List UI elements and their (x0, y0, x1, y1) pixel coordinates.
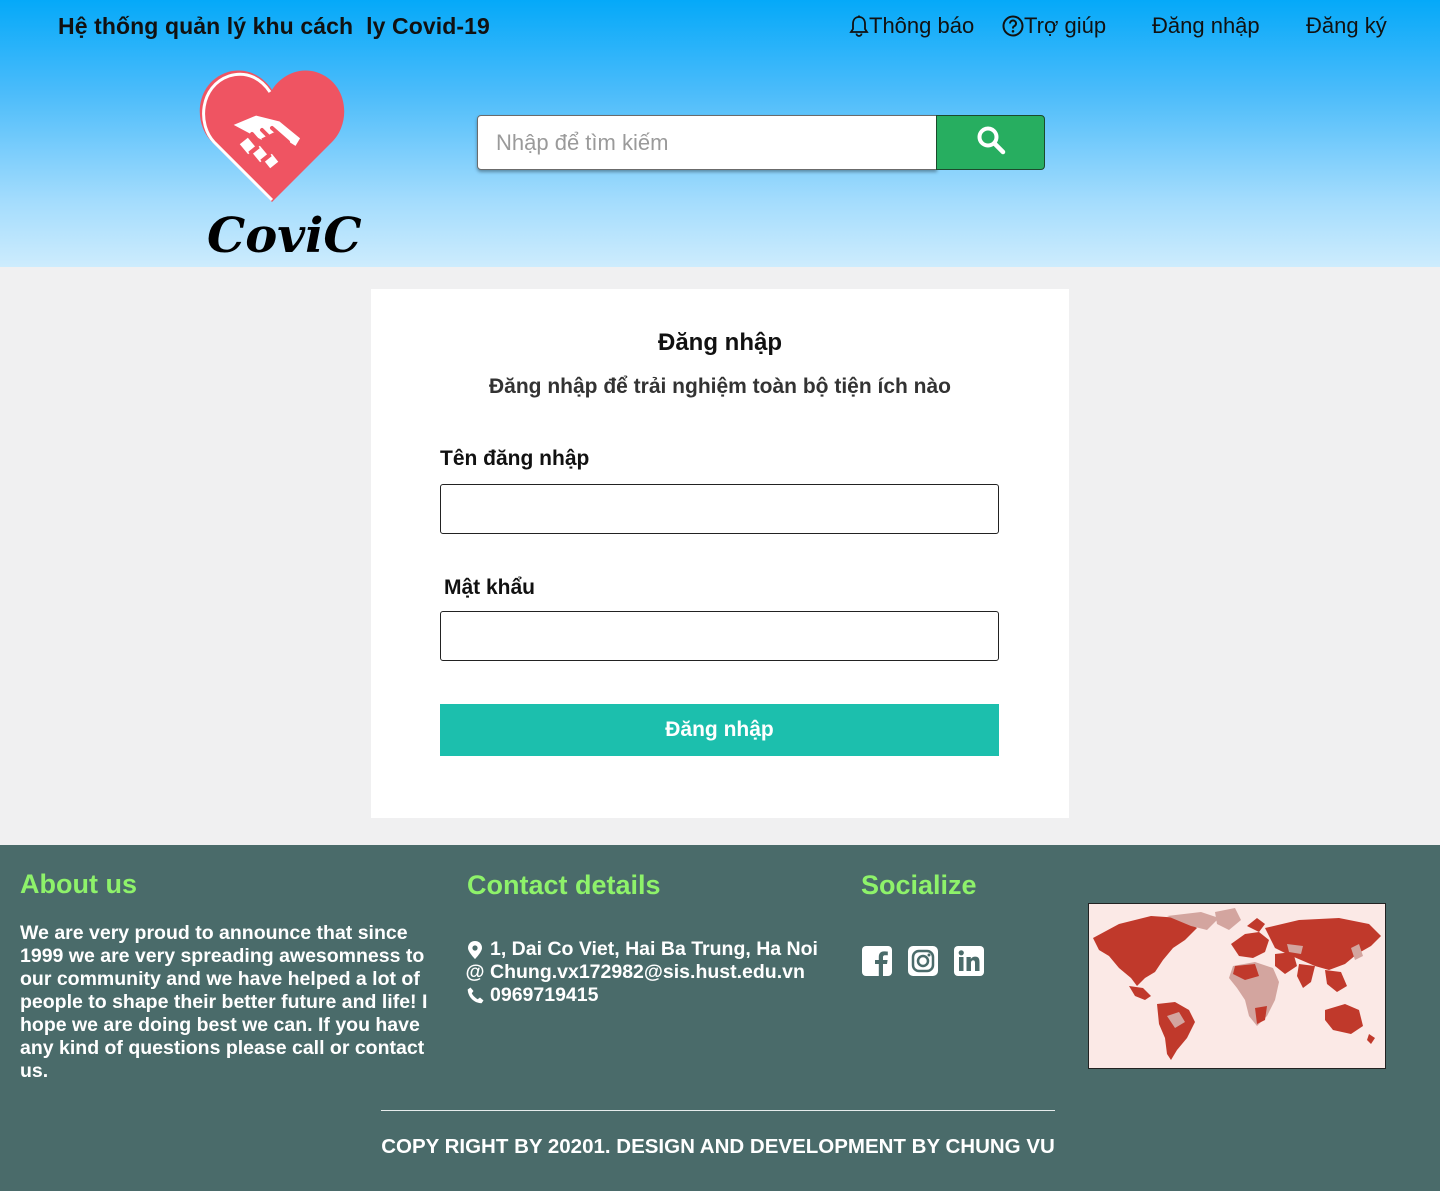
login-card: Đăng nhập Đăng nhập để trải nghiệm toàn … (371, 289, 1069, 818)
login-title: Đăng nhập (658, 329, 782, 356)
password-label: Mật khẩu (444, 576, 536, 599)
contact-phone-row: 0969719415 (465, 984, 818, 1007)
nav-notifications[interactable]: Thông báo (849, 13, 974, 39)
about-text: We are very proud to announce that since… (20, 922, 428, 1082)
bell-icon (849, 15, 869, 37)
site-header: Hệ thống quản lý khu cách ly Covid-19 Th… (0, 0, 1440, 267)
footer-divider (381, 1110, 1055, 1111)
contact-phone[interactable]: 0969719415 (490, 984, 598, 1007)
password-field[interactable] (440, 611, 999, 661)
at-sign-icon: @ (465, 961, 485, 983)
nav-register-link[interactable]: Đăng ký (1306, 13, 1387, 39)
nav-login-link[interactable]: Đăng nhập (1152, 13, 1260, 39)
phone-icon (465, 987, 485, 1004)
nav-notifications-label: Thông báo (869, 13, 975, 38)
nav-help[interactable]: Trợ giúp (1002, 13, 1106, 39)
map-pin-icon (465, 940, 485, 959)
contact-details: 1, Dai Co Viet, Hai Ba Trung, Ha Noi @ C… (465, 938, 818, 1007)
username-label: Tên đăng nhập (440, 447, 590, 470)
nav-help-label: Trợ giúp (1024, 13, 1107, 38)
copyright-text: COPY RIGHT BY 20201. DESIGN AND DEVELOPM… (381, 1135, 1055, 1158)
socialize-heading: Socialize (861, 870, 977, 900)
site-footer: About us We are very proud to announce t… (0, 845, 1440, 1191)
world-map-image (1088, 903, 1386, 1069)
search-input[interactable] (477, 115, 937, 170)
search-button[interactable] (936, 115, 1045, 170)
contact-address: 1, Dai Co Viet, Hai Ba Trung, Ha Noi (490, 938, 818, 960)
login-subtitle: Đăng nhập để trải nghiệm toàn bộ tiện íc… (488, 375, 952, 398)
about-heading: About us (20, 869, 137, 899)
instagram-icon[interactable] (907, 945, 939, 977)
linkedin-icon[interactable] (953, 945, 985, 977)
help-icon (1002, 15, 1024, 37)
username-field[interactable] (440, 484, 999, 534)
heart-handshake-icon (199, 70, 345, 202)
contact-address-row: 1, Dai Co Viet, Hai Ba Trung, Ha Noi (465, 938, 818, 961)
site-title: Hệ thống quản lý khu cách ly Covid-19 (58, 13, 490, 39)
contact-email-row: @ Chung.vx172982@sis.hust.edu.vn (465, 961, 818, 984)
contact-email[interactable]: Chung.vx172982@sis.hust.edu.vn (490, 961, 805, 984)
contact-heading: Contact details (467, 870, 661, 900)
login-button[interactable]: Đăng nhập (440, 704, 999, 756)
social-links (861, 945, 985, 977)
search-icon (976, 125, 1006, 160)
facebook-icon[interactable] (861, 945, 893, 977)
logo-text: CoviC (207, 208, 362, 264)
